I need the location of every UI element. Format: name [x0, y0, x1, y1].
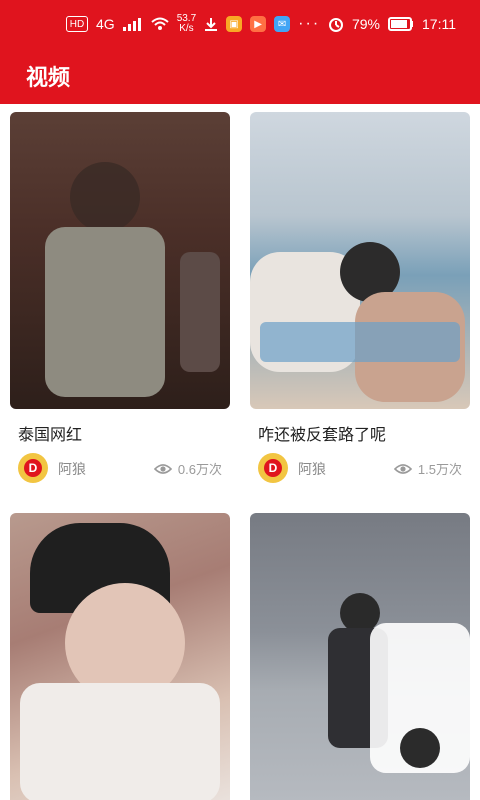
app-badge-1: ▣: [226, 16, 243, 32]
video-thumbnail[interactable]: [10, 112, 230, 409]
author-name[interactable]: 阿狼: [58, 459, 86, 479]
eye-icon: [393, 463, 412, 474]
status-left: HD 4G 53.7 K/s ▣ ▶ ✉ ···: [66, 14, 320, 34]
alarm-icon: [328, 18, 343, 32]
battery-icon: [388, 17, 413, 31]
app-badge-3: ✉: [274, 16, 291, 32]
video-thumbnail[interactable]: [250, 112, 470, 409]
network-label: 4G: [96, 16, 115, 32]
app-badge-2: ▶: [250, 16, 267, 32]
video-thumbnail[interactable]: [250, 513, 470, 800]
video-thumbnail[interactable]: [10, 513, 230, 800]
video-caption[interactable]: 咋还被反套路了呢: [258, 421, 386, 445]
video-caption[interactable]: 泰国网红: [18, 421, 82, 445]
author-avatar[interactable]: D: [18, 453, 48, 483]
author-avatar-icon: D: [24, 459, 42, 477]
eye-icon: [153, 463, 172, 474]
view-count: 0.6万次: [153, 459, 222, 478]
video-meta: 泰国网红 D 阿狼 0.6万次: [10, 409, 230, 493]
top-app-bar: HD 4G 53.7 K/s ▣ ▶ ✉ ··· 79% 17:11 视频: [0, 0, 480, 104]
page-title: 视频: [26, 65, 71, 90]
video-card-3[interactable]: [10, 513, 230, 800]
video-meta: 咋还被反套路了呢 D 阿狼 1.5万次: [250, 409, 470, 493]
app-root: HD 4G 53.7 K/s ▣ ▶ ✉ ··· 79% 17:11 视频 泰国…: [0, 0, 480, 800]
status-time: 17:11: [422, 16, 456, 32]
video-card-4[interactable]: [250, 513, 470, 800]
author-avatar-icon: D: [264, 459, 282, 477]
wifi-icon: [151, 17, 169, 30]
download-icon: [205, 18, 218, 31]
video-card-1[interactable]: 泰国网红 D 阿狼 0.6万次: [10, 112, 230, 483]
signal-icon: [122, 18, 141, 31]
view-count-text: 0.6万次: [177, 462, 222, 477]
speed-unit: K/s: [179, 23, 194, 34]
hd-indicator: HD: [66, 16, 88, 32]
video-grid: 泰国网红 D 阿狼 0.6万次 咋还被反套路了呢 D 阿狼 1.5万次: [10, 112, 470, 800]
battery-percent: 79%: [351, 16, 380, 32]
view-count: 1.5万次: [393, 459, 462, 478]
status-right: 79% 17:11: [328, 16, 456, 32]
author-name[interactable]: 阿狼: [298, 459, 326, 479]
author-avatar[interactable]: D: [258, 453, 288, 483]
more-notifications-icon: ···: [298, 15, 321, 32]
view-count-text: 1.5万次: [417, 462, 462, 477]
status-bar: HD 4G 53.7 K/s ▣ ▶ ✉ ··· 79% 17:11: [0, 0, 480, 54]
video-card-2[interactable]: 咋还被反套路了呢 D 阿狼 1.5万次: [250, 112, 470, 483]
network-speed: 53.7 K/s: [177, 14, 196, 34]
